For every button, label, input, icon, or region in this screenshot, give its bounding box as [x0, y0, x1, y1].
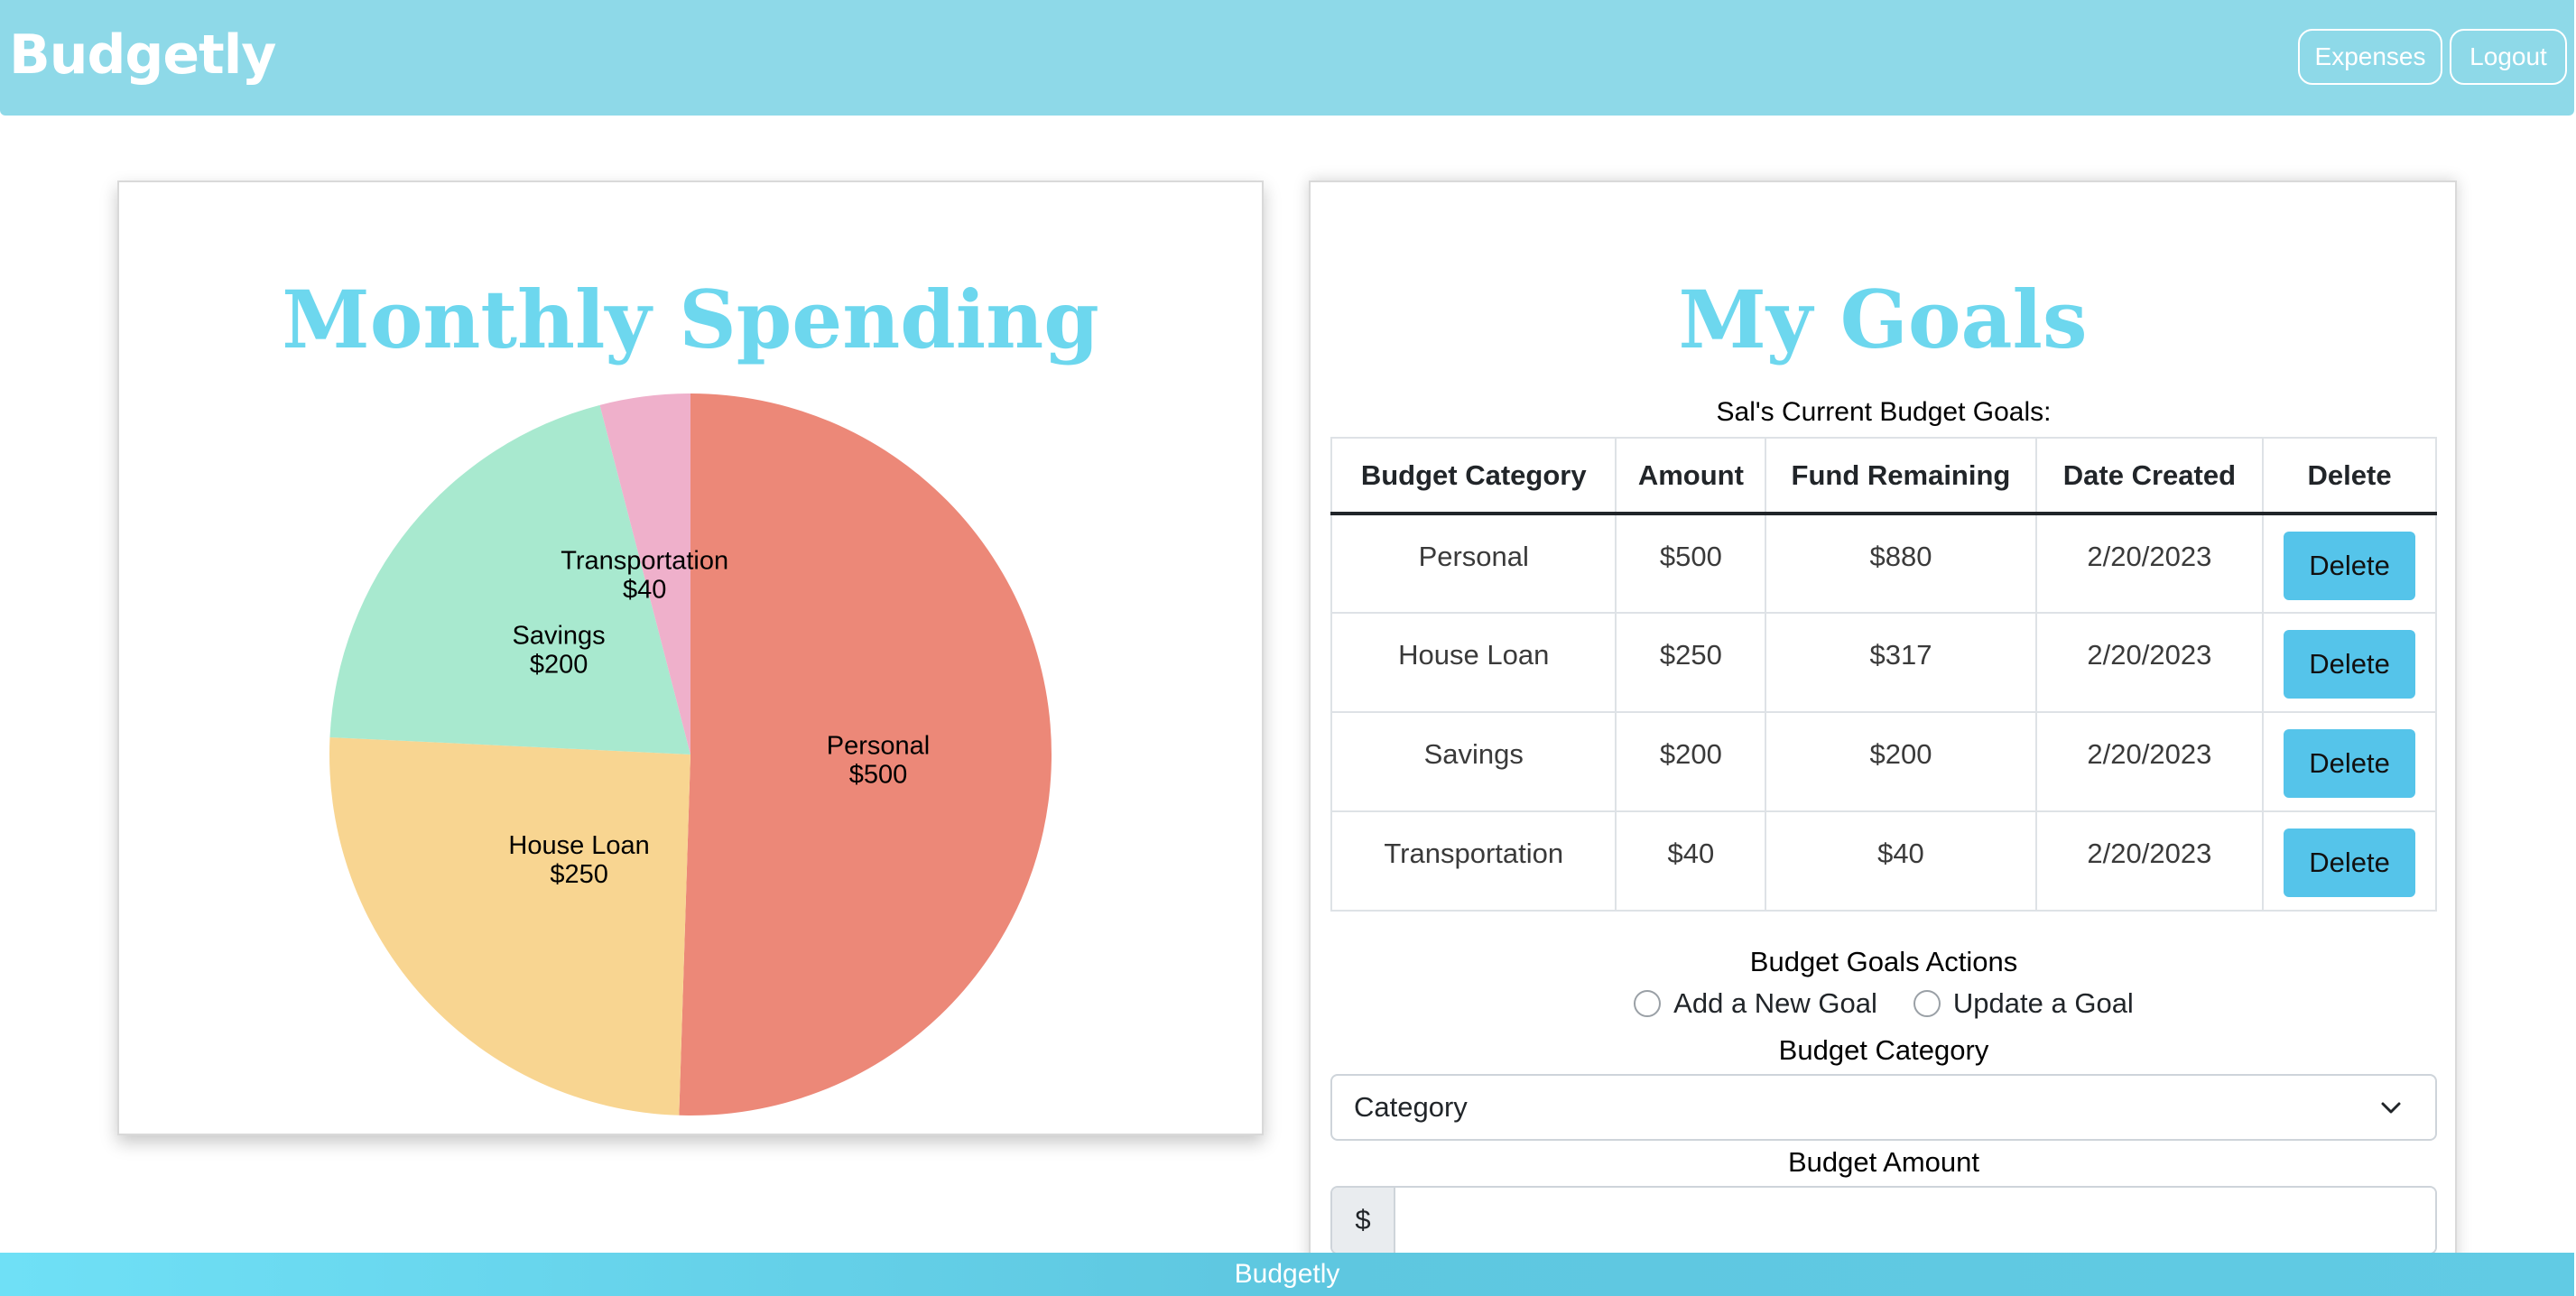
- cell-date: 2/20/2023: [2034, 612, 2265, 713]
- radio-button[interactable]: [1913, 990, 1941, 1017]
- cell-date: 2/20/2023: [2034, 711, 2265, 812]
- amount-label: Budget Amount: [1788, 1146, 1979, 1178]
- cell-delete: Delete: [2262, 810, 2437, 912]
- pie-label: Personal: [827, 731, 930, 760]
- pie-label: House Loan: [508, 831, 649, 860]
- cell-remaining: $880: [1765, 513, 2037, 614]
- table-row: House Loan $250 $317 2/20/2023 Delete: [1330, 612, 2437, 713]
- radio-label: Add a New Goal: [1673, 987, 1877, 1019]
- radio-label: Update a Goal: [1952, 987, 2134, 1019]
- cell-category: Savings: [1330, 711, 1617, 812]
- cell-remaining: $317: [1765, 612, 2037, 713]
- header-delete: Delete: [2262, 437, 2437, 515]
- footer: Budgetly: [0, 1253, 2574, 1296]
- pie-value-label: $500: [849, 760, 908, 789]
- cell-category: Transportation: [1330, 810, 1617, 912]
- radio-add-goal[interactable]: Add a New Goal: [1634, 987, 1877, 1020]
- radio-button[interactable]: [1634, 990, 1662, 1017]
- chevron-down-icon: [2381, 1102, 2401, 1114]
- cell-delete: Delete: [2262, 513, 2437, 614]
- cell-amount: $40: [1615, 810, 1767, 912]
- table-row: Personal $500 $880 2/20/2023 Delete: [1330, 513, 2437, 614]
- header-date-created: Date Created: [2034, 437, 2265, 515]
- goals-title: My Goals: [1678, 273, 2088, 366]
- cell-amount: $500: [1615, 513, 1767, 614]
- category-label: Budget Category: [1778, 1034, 1989, 1066]
- cell-category: Personal: [1330, 513, 1617, 614]
- amount-input-group: $: [1330, 1186, 2437, 1254]
- cell-category: House Loan: [1330, 612, 1617, 713]
- category-select[interactable]: Category: [1330, 1074, 2437, 1141]
- category-selected-value: Category: [1354, 1091, 1468, 1123]
- header-budget-category: Budget Category: [1330, 437, 1617, 515]
- pie-value-label: $200: [530, 650, 588, 679]
- cell-amount: $250: [1615, 612, 1767, 713]
- table-header-row: Budget Category Amount Fund Remaining Da…: [1330, 437, 2437, 515]
- cell-delete: Delete: [2262, 612, 2437, 713]
- delete-button[interactable]: Delete: [2284, 829, 2416, 897]
- cell-date: 2/20/2023: [2034, 810, 2265, 912]
- radio-update-goal[interactable]: Update a Goal: [1913, 987, 2134, 1020]
- header-fund-remaining: Fund Remaining: [1765, 437, 2037, 515]
- pie-value-label: $40: [623, 575, 666, 604]
- goal-action-radios: Add a New Goal Update a Goal: [1330, 987, 2437, 1020]
- pie-label: Transportation: [561, 546, 728, 575]
- actions-title: Budget Goals Actions: [1749, 946, 2018, 977]
- budget-amount-input[interactable]: [1395, 1188, 2435, 1253]
- cell-remaining: $40: [1765, 810, 2037, 912]
- pie-label: Savings: [512, 621, 605, 650]
- cell-amount: $200: [1615, 711, 1767, 812]
- table-row: Savings $200 $200 2/20/2023 Delete: [1330, 711, 2437, 812]
- delete-button[interactable]: Delete: [2284, 729, 2416, 798]
- delete-button[interactable]: Delete: [2284, 630, 2416, 699]
- cell-delete: Delete: [2262, 711, 2437, 812]
- cell-remaining: $200: [1765, 711, 2037, 812]
- header-amount: Amount: [1615, 437, 1767, 515]
- cell-date: 2/20/2023: [2034, 513, 2265, 614]
- delete-button[interactable]: Delete: [2284, 532, 2416, 600]
- goals-table: Budget Category Amount Fund Remaining Da…: [1330, 437, 2437, 912]
- pie-slice-house-loan: [329, 736, 690, 1115]
- table-row: Transportation $40 $40 2/20/2023 Delete: [1330, 810, 2437, 912]
- currency-prefix: $: [1332, 1188, 1395, 1253]
- goals-caption: Sal's Current Budget Goals:: [1716, 397, 2052, 427]
- pie-value-label: $250: [550, 860, 608, 889]
